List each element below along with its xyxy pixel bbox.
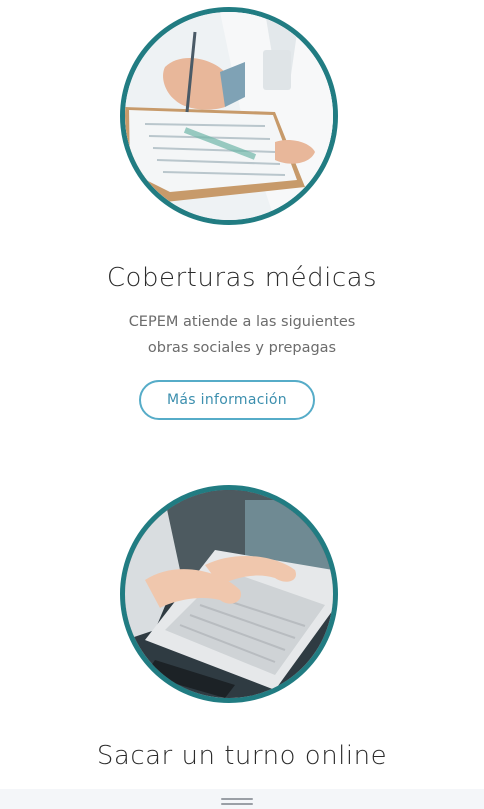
laptop-typing-illustration <box>125 490 333 698</box>
menu-handle-line-2 <box>221 803 253 805</box>
page: Coberturas médicas CEPEM atiende a las s… <box>0 0 484 809</box>
menu-handle-line-1 <box>221 798 253 800</box>
bottom-bar <box>0 789 484 809</box>
more-info-button[interactable]: Más información <box>139 380 315 420</box>
menu-handle-icon[interactable] <box>221 795 253 807</box>
coverage-description-line-1: CEPEM atiende a las siguientes <box>128 314 356 330</box>
online-appointment-image <box>120 485 338 703</box>
coverage-description: CEPEM atiende a las siguientes obras soc… <box>0 309 484 361</box>
doctor-clipboard-illustration <box>125 12 333 220</box>
coverage-title: Coberturas médicas <box>106 263 378 293</box>
online-appointment-title: Sacar un turno online <box>96 741 388 771</box>
coverage-description-line-2: obras sociales y prepagas <box>147 340 337 356</box>
coverage-image <box>120 7 338 225</box>
